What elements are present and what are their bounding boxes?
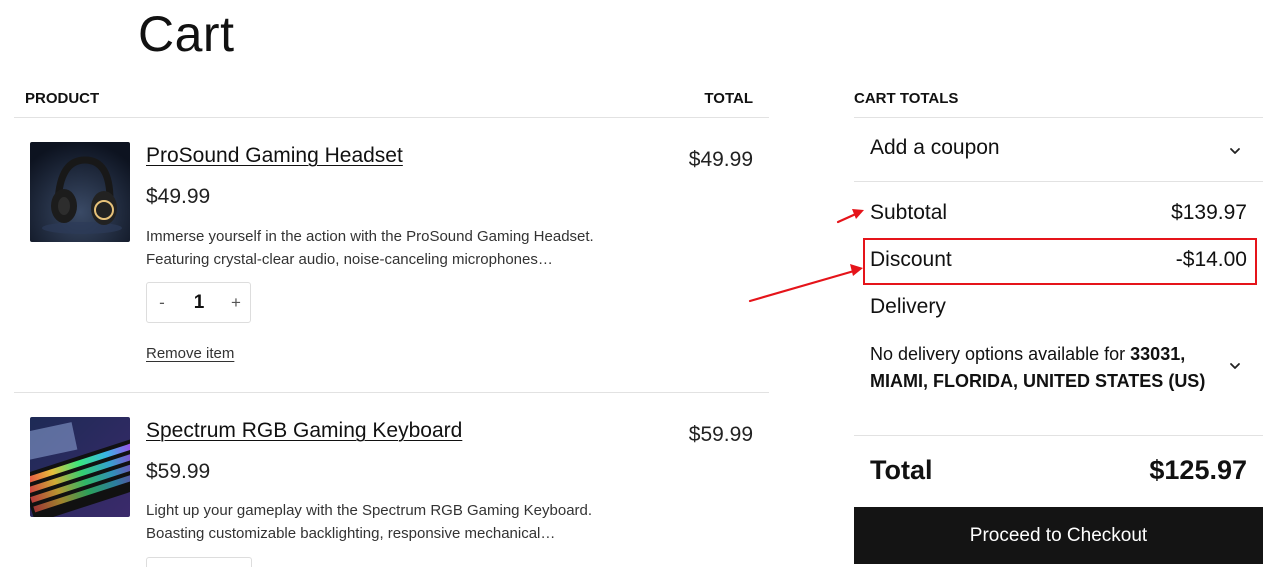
product-description-line: Light up your gameplay with the Spectrum… [146, 502, 593, 519]
product-description-line: Immerse yourself in the action with the … [146, 228, 594, 245]
discount-label: Discount [870, 248, 952, 271]
item-total: $59.99 [688, 423, 753, 446]
page-title: Cart [138, 6, 235, 62]
quantity-increase-button[interactable]: + [221, 283, 251, 322]
cart-totals-header: CART TOTALS [854, 90, 959, 107]
total-label: Total [870, 455, 933, 485]
product-description-line: Boasting customizable backlighting, resp… [146, 525, 556, 542]
quantity-input[interactable]: 1 [177, 283, 221, 322]
item-total: $49.99 [688, 148, 753, 171]
product-name-link[interactable]: ProSound Gaming Headset [146, 144, 403, 168]
product-name-link[interactable]: Spectrum RGB Gaming Keyboard [146, 419, 462, 443]
keyboard-image[interactable] [30, 417, 130, 517]
delivery-note: No delivery options available for 33031,… [870, 341, 1230, 395]
product-description: Light up your gameplay with the Spectrum… [146, 499, 666, 545]
subtotal-label: Subtotal [870, 201, 948, 224]
quantity-decrease-button[interactable]: - [147, 283, 177, 322]
delivery-location: MIAMI, FLORIDA, UNITED STATES (US) [870, 371, 1206, 391]
remove-item-link[interactable]: Remove item [146, 345, 234, 362]
total-value: $125.97 [1149, 455, 1247, 485]
cart-item-headset: ProSound Gaming Headset $49.99 Immerse y… [0, 118, 770, 392]
delivery-label: Delivery [870, 295, 946, 318]
chevron-down-icon [1227, 143, 1243, 159]
quantity-stepper[interactable] [146, 557, 252, 567]
quantity-stepper: - 1 + [146, 282, 251, 323]
total-divider [854, 435, 1263, 436]
product-price: $59.99 [146, 460, 211, 483]
headset-image[interactable] [30, 142, 130, 242]
discount-value: -$14.00 [1175, 248, 1247, 271]
cart-item-keyboard: Spectrum RGB Gaming Keyboard $59.99 Ligh… [0, 393, 770, 567]
coupon-toggle[interactable]: Add a coupon [854, 118, 1263, 181]
total-column-header: TOTAL [704, 90, 753, 107]
arrow-icon [748, 264, 863, 303]
arrow-icon [836, 209, 864, 224]
product-description-line: Featuring crystal-clear audio, noise-can… [146, 251, 553, 268]
product-column-header: PRODUCT [25, 90, 100, 107]
delivery-note-text: No delivery options available for [870, 344, 1126, 364]
coupon-label: Add a coupon [870, 136, 1000, 159]
product-description: Immerse yourself in the action with the … [146, 225, 666, 271]
product-price: $49.99 [146, 185, 211, 208]
coupon-divider [854, 181, 1263, 182]
subtotal-value: $139.97 [1171, 201, 1247, 224]
delivery-location: 33031, [1130, 344, 1186, 364]
annotation-arrows [748, 209, 864, 303]
chevron-down-icon[interactable] [1227, 358, 1243, 374]
proceed-to-checkout-button[interactable]: Proceed to Checkout [854, 507, 1263, 564]
